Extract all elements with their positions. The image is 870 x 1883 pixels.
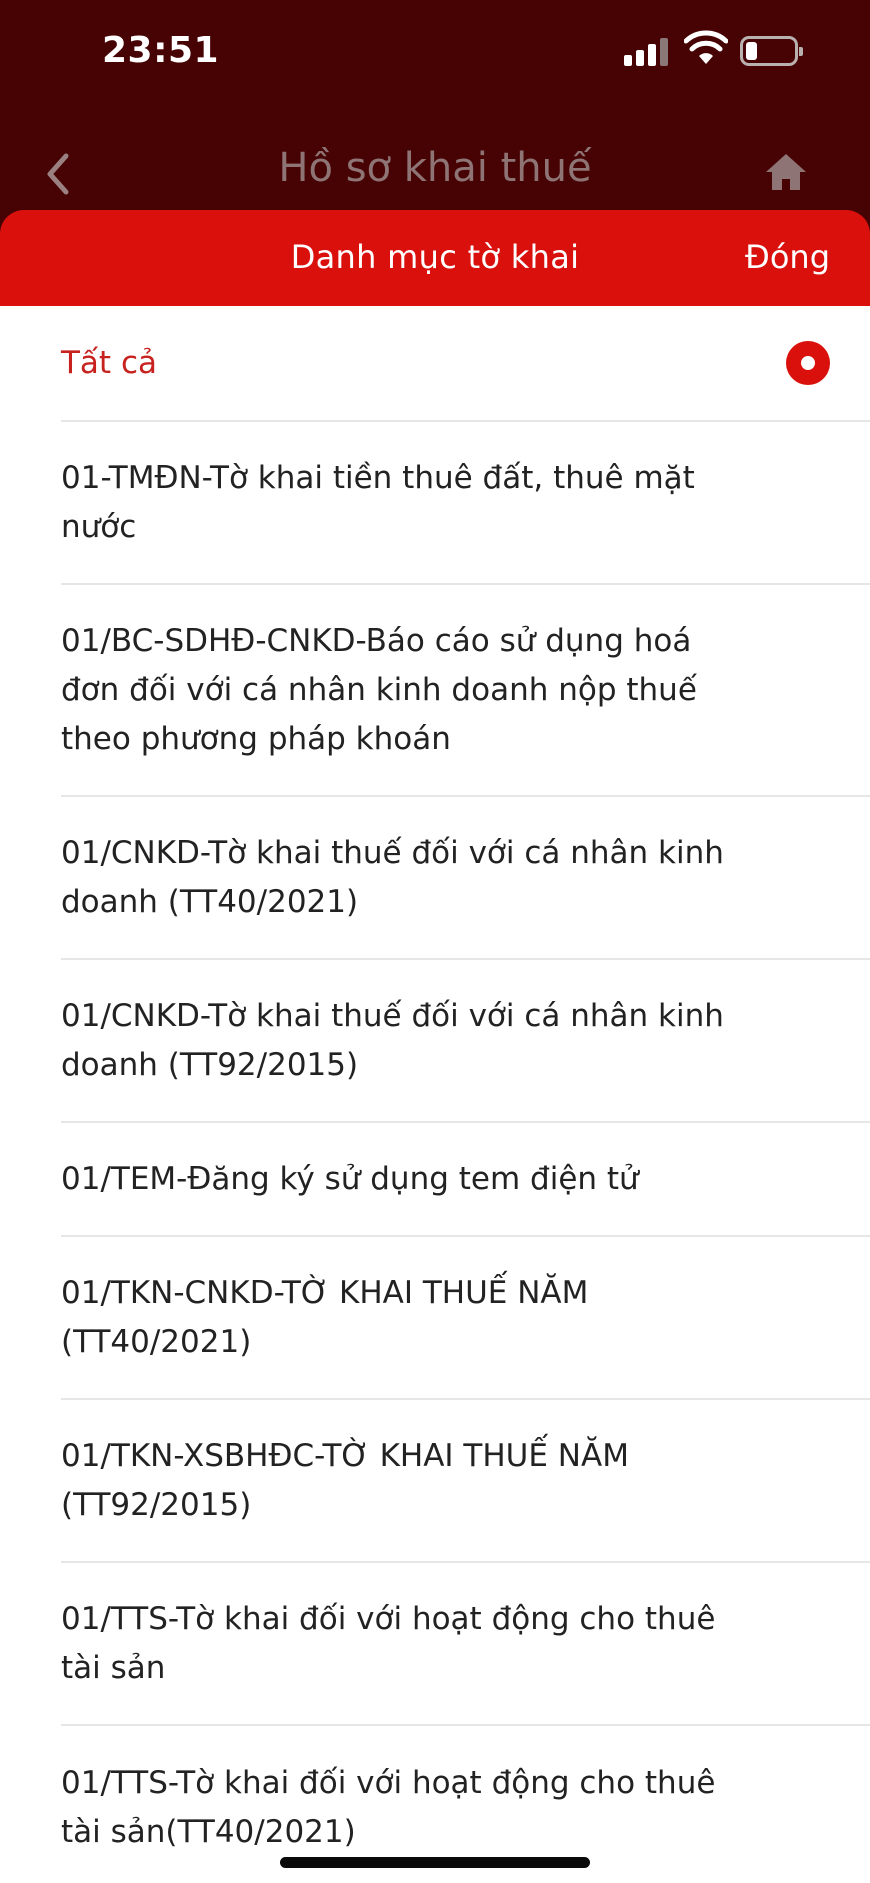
list-item[interactable]: 01/CNKD-Tờ khai thuế đối với cá nhân kin… (61, 960, 870, 1123)
home-indicator[interactable] (280, 1857, 590, 1868)
list-item[interactable]: 01-TMĐN-Tờ khai tiền thuê đất, thuê mặt … (61, 422, 870, 585)
list-item[interactable]: 01/TKN-XSBHĐC-TỜ KHAI THUẾ NĂM (TT92/201… (61, 1400, 870, 1563)
list-item[interactable]: 01/TEM-Đăng ký sử dụng tem điện tử (61, 1123, 870, 1237)
list-item-label: 01/TKN-CNKD-TỜ KHAI THUẾ NĂM (TT40/2021) (61, 1274, 589, 1360)
list-item-label: 01-TMĐN-Tờ khai tiền thuê đất, thuê mặt … (61, 459, 695, 545)
radio-selected-icon (786, 341, 830, 385)
list-item-label: 01/TKN-XSBHĐC-TỜ KHAI THUẾ NĂM (TT92/201… (61, 1437, 629, 1523)
list-item[interactable]: 01/BC-SDHĐ-CNKD-Báo cáo sử dụng hoá đơn … (61, 585, 870, 797)
home-icon[interactable] (764, 152, 808, 192)
close-button[interactable]: Đóng (745, 238, 830, 276)
list-item-label: Tất cả (61, 344, 157, 381)
list-item[interactable]: 01/CNKD-Tờ khai thuế đối với cá nhân kin… (61, 797, 870, 960)
signal-icon (624, 36, 670, 66)
battery-level (746, 42, 757, 60)
list-item-label: 01/BC-SDHĐ-CNKD-Báo cáo sử dụng hoá đơn … (61, 622, 697, 757)
list-item-label: 01/TEM-Đăng ký sử dụng tem điện tử (61, 1160, 639, 1197)
battery-icon (740, 36, 803, 66)
list-item-label: 01/TTS-Tờ khai đối với hoạt động cho thu… (61, 1600, 716, 1686)
declaration-list: Tất cả 01-TMĐN-Tờ khai tiền thuê đất, th… (0, 306, 870, 1883)
list-item-label: 01/CNKD-Tờ khai thuế đối với cá nhân kin… (61, 834, 724, 920)
sheet-title: Danh mục tờ khai (290, 238, 580, 276)
list-item-all[interactable]: Tất cả (61, 306, 870, 422)
app-header: 23:51 Hồ sơ khai thuế (0, 0, 870, 240)
page-title: Hồ sơ khai thuế (278, 145, 592, 191)
list-item-label: 01/TTS-Tờ khai đối với hoạt động cho thu… (61, 1764, 716, 1850)
list-item[interactable]: 01/TTS-Tờ khai đối với hoạt động cho thu… (61, 1563, 870, 1726)
screen: 23:51 Hồ sơ khai thuế Danh mục tờ khai Đ… (0, 0, 870, 1883)
list-item-label: 01/CNKD-Tờ khai thuế đối với cá nhân kin… (61, 997, 724, 1083)
sheet-header: Danh mục tờ khai Đóng (0, 210, 870, 306)
list-item[interactable]: 01/TKN-CNKD-TỜ KHAI THUẾ NĂM (TT40/2021) (61, 1237, 870, 1400)
status-time: 23:51 (102, 30, 220, 71)
wifi-icon (684, 30, 728, 64)
